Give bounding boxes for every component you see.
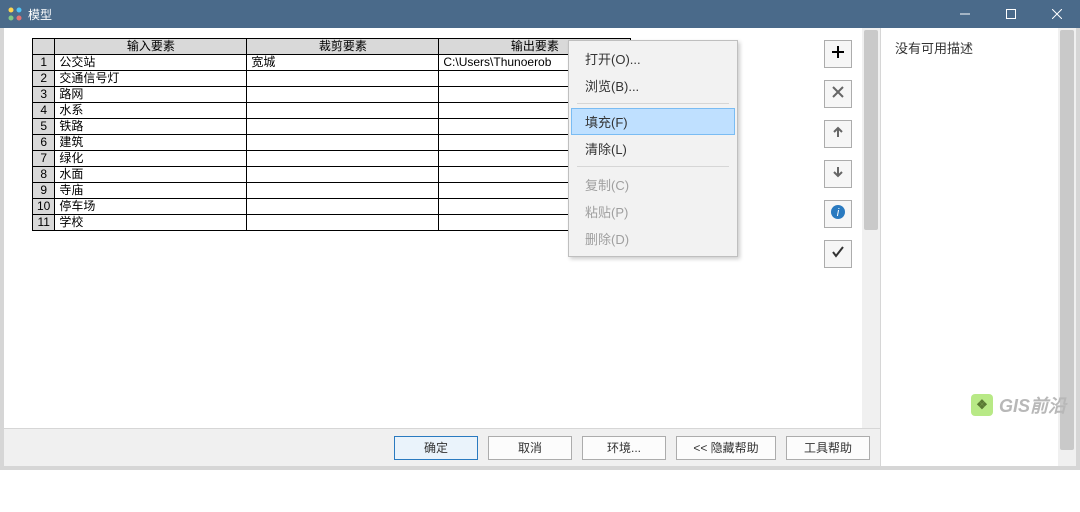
wechat-icon: ❖	[971, 394, 993, 416]
ctx-open[interactable]: 打开(O)...	[571, 45, 735, 72]
table-row[interactable]: 4水系	[33, 103, 631, 119]
footer-bar: 确定 取消 环境... << 隐藏帮助 工具帮助	[4, 428, 880, 466]
table-corner[interactable]	[33, 39, 55, 55]
side-button-bar: i	[824, 40, 852, 268]
arrow-up-icon	[832, 125, 844, 143]
cell-clip[interactable]	[247, 71, 439, 87]
hide-help-button[interactable]: << 隐藏帮助	[676, 436, 776, 460]
info-button[interactable]: i	[824, 200, 852, 228]
table-row[interactable]: 10停车场	[33, 199, 631, 215]
cell-input[interactable]: 绿化	[55, 151, 247, 167]
table-row[interactable]: 6建筑	[33, 135, 631, 151]
parameter-table[interactable]: 输入要素 裁剪要素 输出要素 1公交站宽城C:\Users\Thunoerob2…	[32, 38, 631, 231]
left-pane: 输入要素 裁剪要素 输出要素 1公交站宽城C:\Users\Thunoerob2…	[4, 28, 880, 466]
cell-clip[interactable]	[247, 87, 439, 103]
cell-clip[interactable]	[247, 135, 439, 151]
table-row[interactable]: 9寺庙	[33, 183, 631, 199]
row-number[interactable]: 7	[33, 151, 55, 167]
app-icon	[8, 7, 22, 21]
table-row[interactable]: 3路网	[33, 87, 631, 103]
cell-input[interactable]: 交通信号灯	[55, 71, 247, 87]
watermark-text: GIS前沿	[999, 392, 1066, 418]
ctx-sep-2	[577, 166, 729, 167]
table-row[interactable]: 2交通信号灯	[33, 71, 631, 87]
row-number[interactable]: 11	[33, 215, 55, 231]
row-number[interactable]: 10	[33, 199, 55, 215]
move-up-button[interactable]	[824, 120, 852, 148]
arrow-down-icon	[832, 165, 844, 183]
row-number[interactable]: 2	[33, 71, 55, 87]
check-button[interactable]	[824, 240, 852, 268]
ctx-clear[interactable]: 清除(L)	[571, 135, 735, 162]
main-content: 输入要素 裁剪要素 输出要素 1公交站宽城C:\Users\Thunoerob2…	[4, 28, 880, 428]
add-button[interactable]	[824, 40, 852, 68]
cell-input[interactable]: 公交站	[55, 55, 247, 71]
table-row[interactable]: 11学校	[33, 215, 631, 231]
cell-clip[interactable]	[247, 103, 439, 119]
move-down-button[interactable]	[824, 160, 852, 188]
table-row[interactable]: 7绿化	[33, 151, 631, 167]
table-row[interactable]: 1公交站宽城C:\Users\Thunoerob	[33, 55, 631, 71]
env-button[interactable]: 环境...	[582, 436, 666, 460]
help-empty-text: 没有可用描述	[895, 38, 1062, 57]
window-title: 模型	[28, 6, 52, 23]
main-scrollbar[interactable]	[862, 28, 880, 428]
client-area: 输入要素 裁剪要素 输出要素 1公交站宽城C:\Users\Thunoerob2…	[0, 28, 1080, 470]
cell-clip[interactable]	[247, 183, 439, 199]
ctx-copy: 复制(C)	[571, 171, 735, 198]
col-header-clip[interactable]: 裁剪要素	[247, 39, 439, 55]
row-number[interactable]: 3	[33, 87, 55, 103]
titlebar: 模型	[0, 0, 1080, 28]
ctx-sep-1	[577, 103, 729, 104]
watermark: ❖ GIS前沿	[971, 392, 1066, 418]
info-icon: i	[830, 204, 846, 225]
ctx-fill[interactable]: 填充(F)	[571, 108, 735, 135]
ctx-browse[interactable]: 浏览(B)...	[571, 72, 735, 99]
ctx-paste: 粘贴(P)	[571, 198, 735, 225]
table-row[interactable]: 5铁路	[33, 119, 631, 135]
cell-clip[interactable]	[247, 119, 439, 135]
cell-clip[interactable]	[247, 199, 439, 215]
cell-input[interactable]: 建筑	[55, 135, 247, 151]
cell-clip[interactable]: 宽城	[247, 55, 439, 71]
scrollbar-thumb[interactable]	[864, 30, 878, 230]
row-number[interactable]: 6	[33, 135, 55, 151]
cell-input[interactable]: 水系	[55, 103, 247, 119]
cell-input[interactable]: 停车场	[55, 199, 247, 215]
context-menu: 打开(O)... 浏览(B)... 填充(F) 清除(L) 复制(C) 粘贴(P…	[568, 40, 738, 257]
cell-input[interactable]: 寺庙	[55, 183, 247, 199]
cell-input[interactable]: 水面	[55, 167, 247, 183]
ctx-delete: 删除(D)	[571, 225, 735, 252]
ok-button[interactable]: 确定	[394, 436, 478, 460]
plus-icon	[831, 45, 845, 64]
row-number[interactable]: 4	[33, 103, 55, 119]
cell-input[interactable]: 路网	[55, 87, 247, 103]
maximize-button[interactable]	[988, 0, 1034, 28]
remove-button[interactable]	[824, 80, 852, 108]
col-header-input[interactable]: 输入要素	[55, 39, 247, 55]
cancel-button[interactable]: 取消	[488, 436, 572, 460]
row-number[interactable]: 5	[33, 119, 55, 135]
tool-help-button[interactable]: 工具帮助	[786, 436, 870, 460]
minimize-button[interactable]	[942, 0, 988, 28]
x-icon	[832, 85, 844, 103]
cell-clip[interactable]	[247, 167, 439, 183]
row-number[interactable]: 8	[33, 167, 55, 183]
cell-input[interactable]: 学校	[55, 215, 247, 231]
cell-clip[interactable]	[247, 151, 439, 167]
cell-input[interactable]: 铁路	[55, 119, 247, 135]
close-button[interactable]	[1034, 0, 1080, 28]
help-scrollbar-thumb[interactable]	[1060, 30, 1074, 450]
row-number[interactable]: 9	[33, 183, 55, 199]
table-row[interactable]: 8水面	[33, 167, 631, 183]
check-icon	[831, 245, 845, 264]
cell-clip[interactable]	[247, 215, 439, 231]
row-number[interactable]: 1	[33, 55, 55, 71]
